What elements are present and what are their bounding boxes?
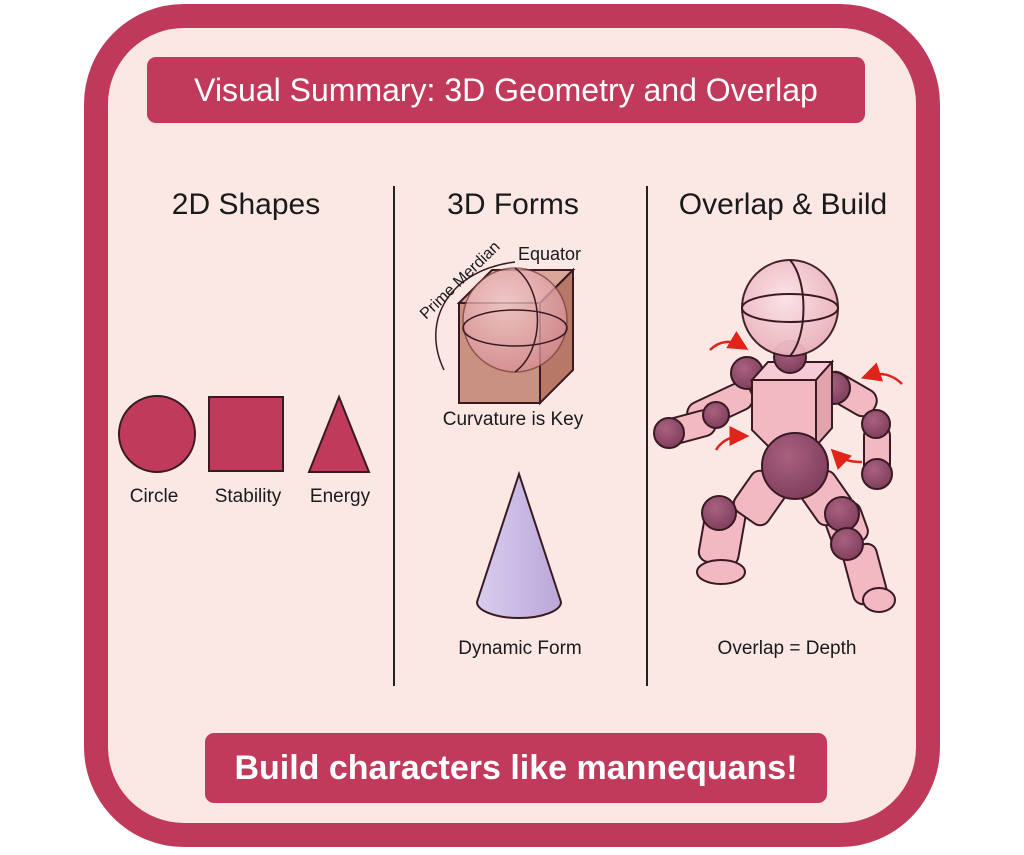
triangle-shape <box>307 394 371 473</box>
caption-curvature: Curvature is Key <box>442 409 584 430</box>
circle-shape <box>118 395 196 473</box>
caption-overlap-depth: Overlap = Depth <box>717 638 857 659</box>
caption-dynamic-form: Dynamic Form <box>458 638 582 659</box>
mannequin-figure <box>653 259 896 613</box>
square-shape <box>208 396 284 472</box>
equator-label: Equator <box>518 244 581 264</box>
cone-shape <box>475 470 563 619</box>
footer-banner: Build characters like mannequans! <box>205 733 827 803</box>
label-energy: Energy <box>309 486 371 507</box>
